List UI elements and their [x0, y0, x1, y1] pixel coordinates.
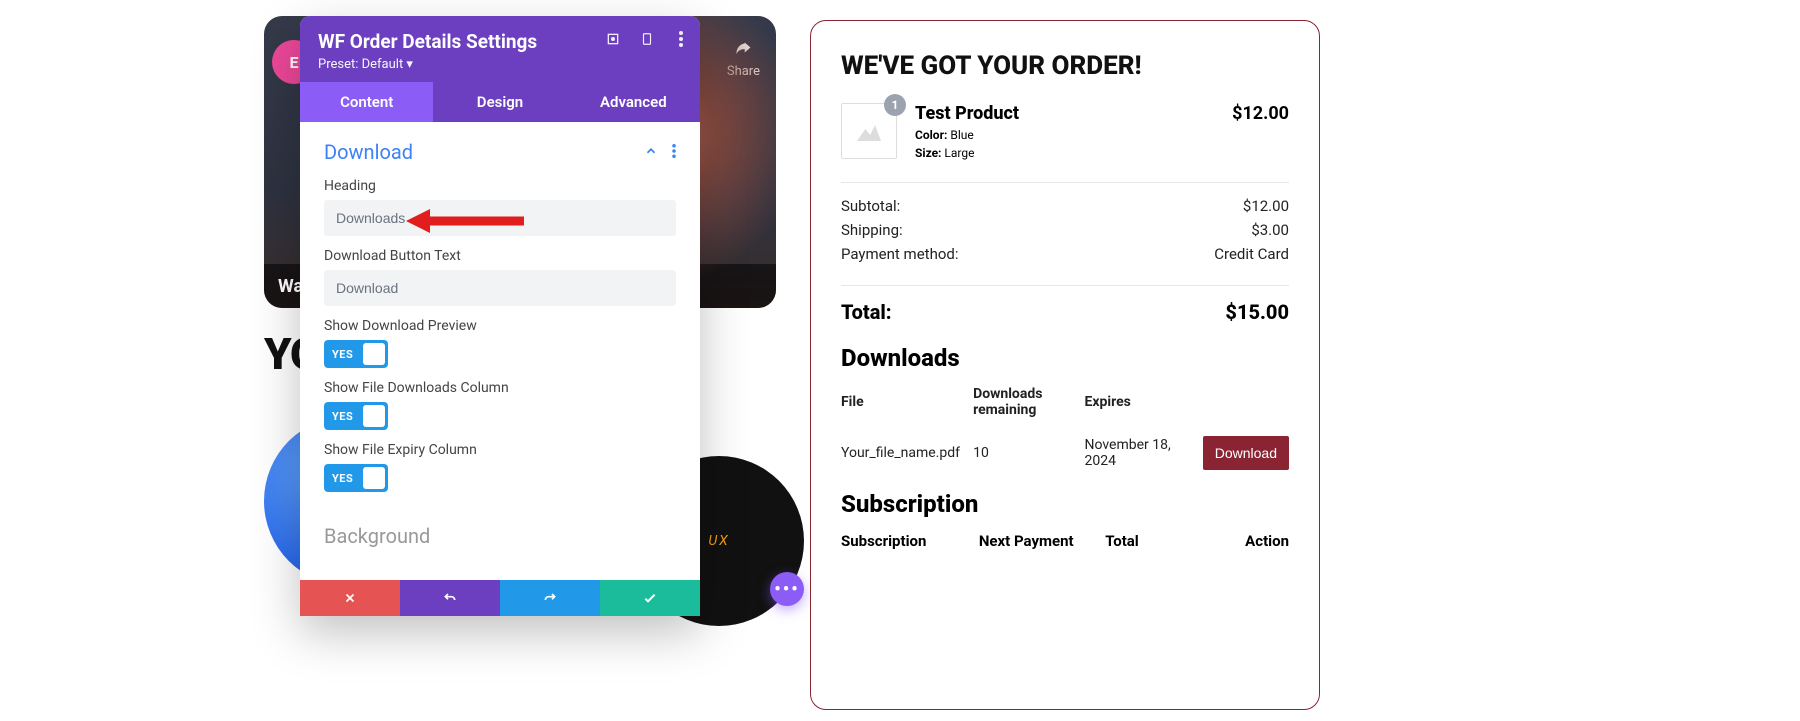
floating-menu-button[interactable]: ••• — [770, 572, 804, 606]
close-icon — [343, 591, 357, 605]
color-value: Blue — [950, 128, 973, 142]
share-label: Share — [727, 64, 760, 79]
tab-advanced[interactable]: Advanced — [567, 82, 700, 122]
sub-col-total: Total — [1105, 532, 1185, 550]
sub-col-action: Action — [1186, 532, 1289, 550]
shipping-value: $3.00 — [1251, 221, 1289, 239]
subtotal-key: Subtotal: — [841, 197, 900, 215]
button-text-label: Download Button Text — [324, 248, 676, 264]
color-key: Color: — [915, 128, 947, 142]
order-summary-panel: WE'VE GOT YOUR ORDER! 1 Test Product Col… — [810, 20, 1320, 710]
show-expiry-col-toggle[interactable]: YES — [324, 464, 388, 492]
check-icon — [642, 590, 658, 606]
save-button[interactable] — [600, 580, 700, 616]
product-qty-badge: 1 — [884, 94, 906, 116]
dl-file: Your_file_name.pdf — [841, 445, 965, 461]
show-expiry-col-label: Show File Expiry Column — [324, 442, 676, 458]
panel-footer — [300, 580, 700, 616]
panel-header: WF Order Details Settings Preset: Defaul… — [300, 16, 700, 82]
heading-label: Heading — [324, 178, 676, 194]
settings-panel: WF Order Details Settings Preset: Defaul… — [300, 16, 700, 614]
more-icon[interactable] — [672, 30, 690, 48]
product-price: $12.00 — [1232, 103, 1289, 124]
show-downloads-col-toggle[interactable]: YES — [324, 402, 388, 430]
undo-button[interactable] — [400, 580, 500, 616]
dl-expires: November 18, 2024 — [1085, 437, 1188, 469]
downloads-heading: Downloads — [841, 344, 1289, 372]
tablet-icon[interactable] — [638, 30, 656, 48]
order-title: WE'VE GOT YOUR ORDER! — [841, 51, 1289, 81]
share-icon — [732, 40, 754, 60]
cancel-button[interactable] — [300, 580, 400, 616]
section-download[interactable]: Download — [324, 140, 413, 164]
panel-tabs: Content Design Advanced — [300, 82, 700, 122]
panel-preset[interactable]: Preset: Default ▾ — [318, 57, 682, 72]
section-background[interactable]: Background — [300, 498, 700, 548]
payment-value: Credit Card — [1214, 245, 1289, 263]
tab-content[interactable]: Content — [300, 82, 433, 122]
show-preview-label: Show Download Preview — [324, 318, 676, 334]
redo-icon — [542, 590, 558, 606]
dl-remaining: 10 — [973, 445, 1076, 461]
sub-col-next: Next Payment — [979, 532, 1105, 550]
section-more-icon[interactable] — [672, 143, 676, 162]
divider — [841, 182, 1289, 183]
product-thumb: 1 — [841, 103, 897, 159]
payment-key: Payment method: — [841, 245, 958, 263]
subtotal-value: $12.00 — [1243, 197, 1289, 215]
undo-icon — [442, 590, 458, 606]
sub-col-name: Subscription — [841, 532, 979, 550]
download-button[interactable]: Download — [1203, 436, 1289, 470]
shipping-key: Shipping: — [841, 221, 903, 239]
show-downloads-col-label: Show File Downloads Column — [324, 380, 676, 396]
redo-button[interactable] — [500, 580, 600, 616]
subscription-heading: Subscription — [841, 490, 1289, 518]
total-value: $15.00 — [1225, 300, 1289, 324]
dl-col-remaining: Downloads remaining — [973, 386, 1076, 418]
product-name: Test Product — [915, 103, 1214, 124]
expand-icon[interactable] — [604, 30, 622, 48]
dl-col-file: File — [841, 394, 965, 410]
divider — [841, 285, 1289, 286]
show-preview-toggle[interactable]: YES — [324, 340, 388, 368]
size-value: Large — [944, 146, 974, 160]
total-key: Total: — [841, 300, 892, 324]
size-key: Size: — [915, 146, 941, 160]
dl-col-expires: Expires — [1085, 394, 1188, 410]
tab-design[interactable]: Design — [433, 82, 566, 122]
button-text-input[interactable] — [324, 270, 676, 306]
collapse-icon[interactable] — [644, 143, 658, 162]
heading-input[interactable] — [324, 200, 676, 236]
share-button[interactable]: Share — [727, 40, 760, 79]
download-row: Your_file_name.pdf 10 November 18, 2024 … — [841, 436, 1289, 470]
